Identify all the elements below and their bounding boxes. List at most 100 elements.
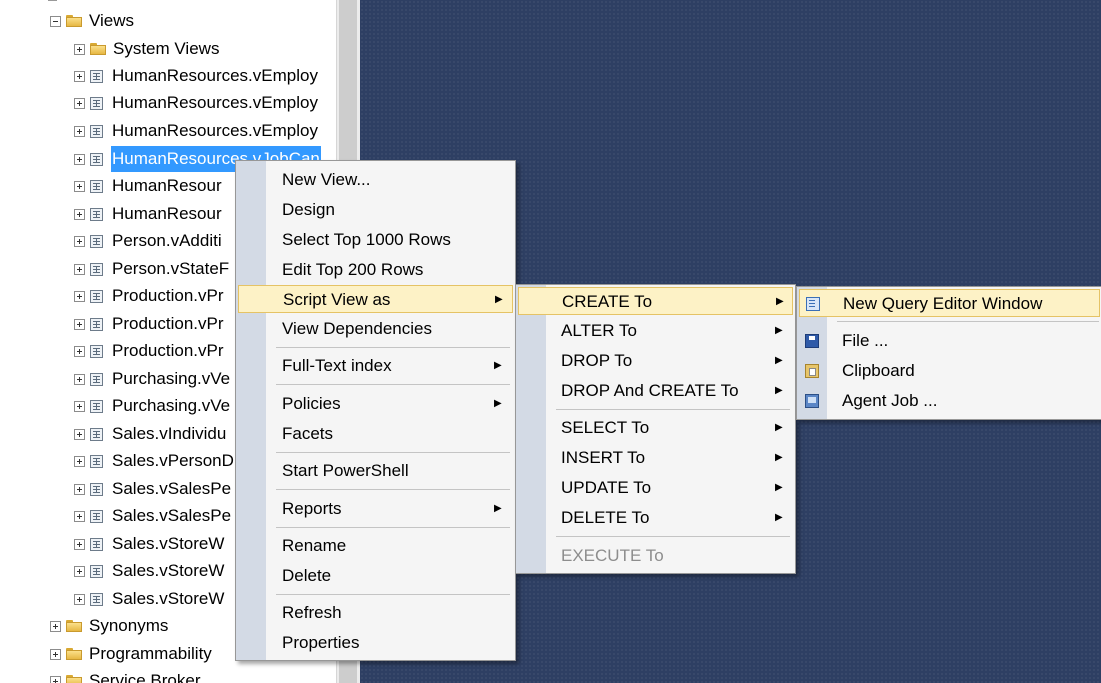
tree-node-view[interactable]: Sales.vStoreW xyxy=(74,586,225,612)
tree-node-view[interactable]: Production.vPr xyxy=(74,338,225,364)
menu-item-update-to[interactable]: UPDATE To ▶ xyxy=(518,474,793,502)
tree-node-service-broker[interactable]: Service Broker xyxy=(50,668,201,683)
expand-icon[interactable] xyxy=(74,153,85,165)
menu-item-new-query-editor-window[interactable]: New Query Editor Window xyxy=(799,289,1100,317)
menu-item-create-to[interactable]: CREATE To ▶ xyxy=(518,287,793,315)
tree-node-view[interactable]: Purchasing.vVe xyxy=(74,393,231,419)
submenu-arrow-icon: ▶ xyxy=(775,512,783,523)
tree-node-view[interactable]: HumanResources.vEmploy xyxy=(74,90,319,116)
menu-item-label: Delete xyxy=(282,566,332,585)
submenu-arrow-icon: ▶ xyxy=(776,296,784,307)
menu-item-full-text-index[interactable]: Full-Text index ▶ xyxy=(238,352,513,380)
tree-node-view[interactable]: HumanResour xyxy=(74,173,223,199)
expand-icon[interactable] xyxy=(50,648,61,660)
menu-item-drop-to[interactable]: DROP To ▶ xyxy=(518,347,793,375)
expand-icon[interactable] xyxy=(50,620,61,632)
context-menu: New View... Design Select Top 1000 Rows … xyxy=(235,160,516,661)
tree-node-view[interactable]: Sales.vSalesPe xyxy=(74,476,232,502)
menu-item-insert-to[interactable]: INSERT To ▶ xyxy=(518,444,793,472)
agent-job-icon xyxy=(805,394,819,408)
tree-node-view[interactable]: HumanResources.vEmploy xyxy=(74,63,319,89)
folder-icon xyxy=(66,648,82,660)
tree-node-view[interactable]: Purchasing.vVe xyxy=(74,366,231,392)
tree-node-view[interactable]: Production.vPr xyxy=(74,311,225,337)
folder-icon xyxy=(66,15,82,27)
menu-item-design[interactable]: Design xyxy=(238,196,513,224)
menu-item-file[interactable]: File ... xyxy=(799,327,1100,355)
tree-node-system-views[interactable]: System Views xyxy=(74,36,220,62)
expand-icon[interactable] xyxy=(74,400,85,412)
tree-node-programmability[interactable]: Programmability xyxy=(50,641,213,667)
expand-icon[interactable] xyxy=(74,43,85,55)
submenu-arrow-icon: ▶ xyxy=(494,503,502,514)
view-icon xyxy=(90,454,103,468)
view-icon xyxy=(90,69,103,83)
tree-node-view[interactable]: Sales.vIndividu xyxy=(74,421,227,447)
menu-item-new-view[interactable]: New View... xyxy=(238,166,513,194)
submenu-arrow-icon: ▶ xyxy=(775,385,783,396)
tree-node-view[interactable]: Sales.vStoreW xyxy=(74,558,225,584)
tree-node-label: Sales.vSalesPe xyxy=(112,506,232,525)
menu-item-agent-job[interactable]: Agent Job ... xyxy=(799,387,1100,415)
expand-icon[interactable] xyxy=(74,97,85,109)
menu-item-delete-to[interactable]: DELETE To ▶ xyxy=(518,504,793,532)
expand-icon[interactable] xyxy=(74,345,85,357)
expand-icon[interactable] xyxy=(74,208,85,220)
menu-separator xyxy=(837,321,1099,322)
tree-node-synonyms[interactable]: Synonyms xyxy=(50,613,169,639)
menu-item-select-top-1000[interactable]: Select Top 1000 Rows xyxy=(238,226,513,254)
expand-icon[interactable] xyxy=(74,290,85,302)
menu-item-script-view-as[interactable]: Script View as ▶ xyxy=(238,285,513,313)
menu-item-label: UPDATE To xyxy=(561,478,652,497)
menu-item-alter-to[interactable]: ALTER To ▶ xyxy=(518,317,793,345)
tree-node-view[interactable]: Sales.vSalesPe xyxy=(74,503,232,529)
menu-item-select-to[interactable]: SELECT To ▶ xyxy=(518,414,793,442)
tree-node-view[interactable]: Person.vAdditi xyxy=(74,228,223,254)
clipboard-icon xyxy=(805,364,819,378)
create-to-submenu: New Query Editor Window File ... Clipboa… xyxy=(796,286,1101,420)
menu-item-view-dependencies[interactable]: View Dependencies xyxy=(238,315,513,343)
view-icon xyxy=(90,372,103,386)
expand-icon[interactable] xyxy=(74,565,85,577)
expand-icon[interactable] xyxy=(74,70,85,82)
menu-item-label: Policies xyxy=(282,394,341,413)
expand-icon[interactable] xyxy=(74,263,85,275)
expand-icon[interactable] xyxy=(74,510,85,522)
expand-icon[interactable] xyxy=(50,675,61,683)
tree-node-label: HumanResources.vEmploy xyxy=(112,66,318,85)
tree-node-view[interactable]: Sales.vStoreW xyxy=(74,531,225,557)
expand-icon[interactable] xyxy=(74,318,85,330)
folder-icon xyxy=(66,675,82,683)
menu-item-facets[interactable]: Facets xyxy=(238,420,513,448)
expand-icon[interactable] xyxy=(74,455,85,467)
menu-item-drop-and-create-to[interactable]: DROP And CREATE To ▶ xyxy=(518,377,793,405)
menu-item-rename[interactable]: Rename xyxy=(238,532,513,560)
expand-icon[interactable] xyxy=(74,180,85,192)
menu-item-label: DELETE To xyxy=(561,508,650,527)
menu-item-properties[interactable]: Properties xyxy=(238,629,513,657)
tree-node-view[interactable]: HumanResources.vEmploy xyxy=(74,118,319,144)
menu-item-reports[interactable]: Reports ▶ xyxy=(238,495,513,523)
expand-icon[interactable] xyxy=(74,593,85,605)
view-icon xyxy=(90,289,103,303)
menu-item-policies[interactable]: Policies ▶ xyxy=(238,390,513,418)
expand-icon[interactable] xyxy=(74,483,85,495)
expand-icon[interactable] xyxy=(74,428,85,440)
collapse-icon[interactable] xyxy=(50,15,61,27)
menu-item-edit-top-200[interactable]: Edit Top 200 Rows xyxy=(238,256,513,284)
menu-item-delete[interactable]: Delete xyxy=(238,562,513,590)
menu-item-start-powershell[interactable]: Start PowerShell xyxy=(238,457,513,485)
tree-node-views[interactable]: Views xyxy=(50,8,135,34)
view-icon xyxy=(90,427,103,441)
expand-icon[interactable] xyxy=(74,538,85,550)
expand-icon[interactable] xyxy=(74,125,85,137)
expand-icon[interactable] xyxy=(74,373,85,385)
view-icon xyxy=(90,592,103,606)
expand-icon[interactable] xyxy=(74,235,85,247)
tree-node-view[interactable]: Production.vPr xyxy=(74,283,225,309)
menu-item-clipboard[interactable]: Clipboard xyxy=(799,357,1100,385)
menu-item-refresh[interactable]: Refresh xyxy=(238,599,513,627)
tree-node-view[interactable]: HumanResour xyxy=(74,201,223,227)
tree-node-view[interactable]: Person.vStateF xyxy=(74,256,230,282)
tree-node-view[interactable]: Sales.vPersonD xyxy=(74,448,235,474)
